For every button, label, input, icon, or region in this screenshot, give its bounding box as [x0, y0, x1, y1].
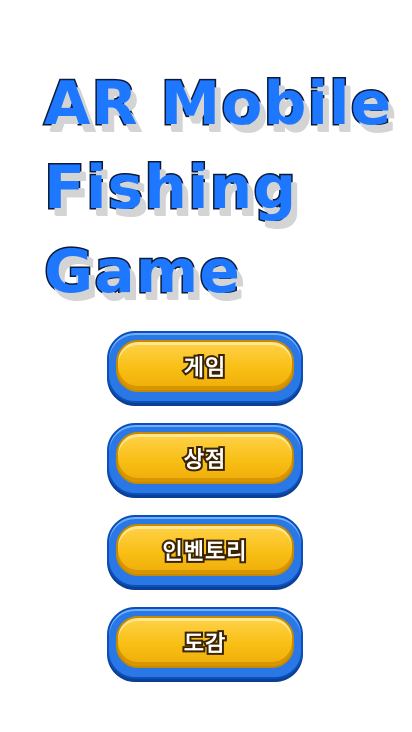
inventory-button[interactable]: 인벤토리: [107, 515, 303, 587]
encyclopedia-button-label: 도감: [182, 630, 227, 659]
game-title-line-3: Game: [43, 236, 242, 309]
game-title-line-1: AR Mobile: [43, 68, 393, 141]
shop-button[interactable]: 상점: [107, 423, 303, 495]
game-button[interactable]: 게임: [107, 331, 303, 403]
main-menu: 게임 상점 인벤토리 도감: [107, 331, 303, 699]
inventory-button-label: 인벤토리: [161, 538, 249, 567]
game-button-label: 게임: [182, 354, 227, 383]
game-title-line-2: Fishing: [43, 152, 298, 225]
encyclopedia-button[interactable]: 도감: [107, 607, 303, 679]
game-title: AR Mobile Fishing Game: [43, 62, 404, 314]
shop-button-label: 상점: [182, 446, 227, 475]
